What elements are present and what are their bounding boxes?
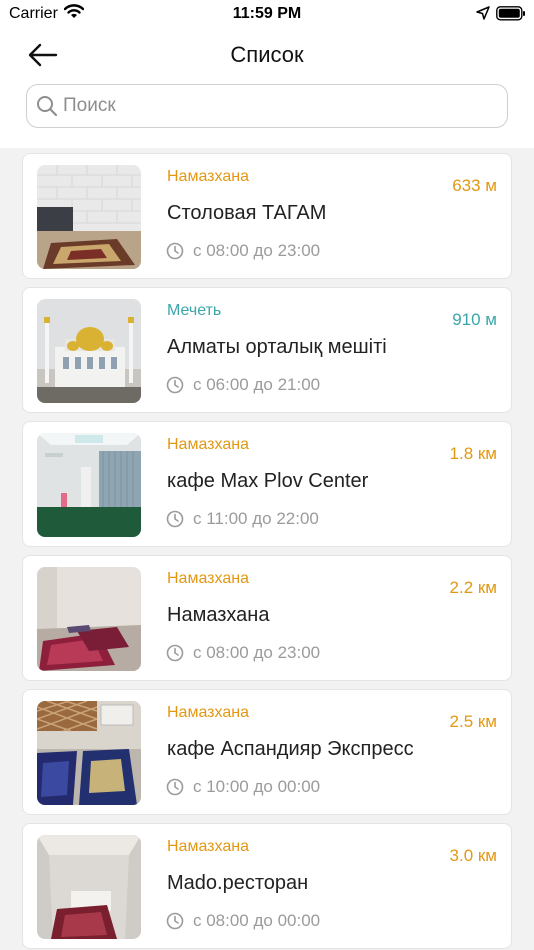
place-photo [37, 701, 141, 805]
place-name: Алматы орталық мешіті [167, 336, 387, 358]
place-type: Намазхана [167, 838, 249, 855]
place-hours: с 08:00 до 00:00 [193, 911, 321, 930]
search-bar[interactable] [26, 84, 508, 128]
place-card[interactable]: Намазхана 3.0 км Mado.ресторан с 08:00 д… [22, 823, 512, 949]
place-card[interactable]: Намазхана 2.5 км кафе Аспандияр Экспресс… [22, 689, 512, 815]
place-distance: 1.8 км [449, 444, 497, 463]
place-hours: с 08:00 до 23:00 [193, 643, 321, 662]
place-distance: 910 м [452, 310, 497, 329]
place-type: Намазхана [167, 436, 249, 453]
page-title: Список [230, 42, 304, 67]
place-type: Намазхана [167, 168, 249, 185]
place-hours: с 10:00 до 00:00 [193, 777, 321, 796]
clock-icon [166, 242, 184, 260]
place-photo [37, 165, 141, 269]
clock-icon [166, 912, 184, 930]
place-name: кафе Max Plov Center [167, 470, 369, 492]
place-card[interactable]: Намазхана 1.8 км кафе Max Plov Center с … [22, 421, 512, 547]
place-distance: 3.0 км [449, 846, 497, 865]
place-type: Намазхана [167, 570, 249, 587]
place-name: Столовая ТАГАМ [167, 202, 327, 224]
place-photo [37, 835, 141, 939]
place-name: Mado.ресторан [167, 872, 309, 894]
place-distance: 2.5 км [449, 712, 497, 731]
clock-icon [166, 778, 184, 796]
place-card[interactable]: Мечеть 910 м Алматы орталық мешіті с 06:… [22, 287, 512, 413]
status-bar: Carrier 11:59 PM [0, 0, 534, 30]
status-time: 11:59 PM [232, 5, 302, 22]
place-name: Намазхана [167, 604, 270, 626]
place-card[interactable]: Намазхана 2.2 км Намазхана с 08:00 до 23… [22, 555, 512, 681]
clock-icon [166, 644, 184, 662]
location-arrow-icon [476, 6, 490, 20]
place-photo [37, 433, 141, 537]
battery-icon [496, 6, 525, 21]
place-photo [37, 567, 141, 671]
clock-icon [166, 376, 184, 394]
place-hours: с 11:00 до 22:00 [193, 509, 319, 528]
clock-icon [166, 510, 184, 528]
place-hours: с 08:00 до 23:00 [193, 241, 321, 260]
top-bar: Carrier 11:59 PM Список [0, 0, 534, 148]
search-input[interactable] [63, 91, 493, 121]
place-type: Мечеть [167, 302, 222, 319]
place-photo [37, 299, 141, 403]
place-distance: 2.2 км [449, 578, 497, 597]
place-type: Намазхана [167, 704, 249, 721]
search-icon [37, 96, 58, 117]
place-hours: с 06:00 до 21:00 [193, 375, 321, 394]
place-name: кафе Аспандияр Экспресс [167, 738, 414, 760]
place-card[interactable]: Намазхана 633 м Столовая ТАГАМ с 08:00 д… [22, 153, 512, 279]
place-distance: 633 м [452, 176, 497, 195]
